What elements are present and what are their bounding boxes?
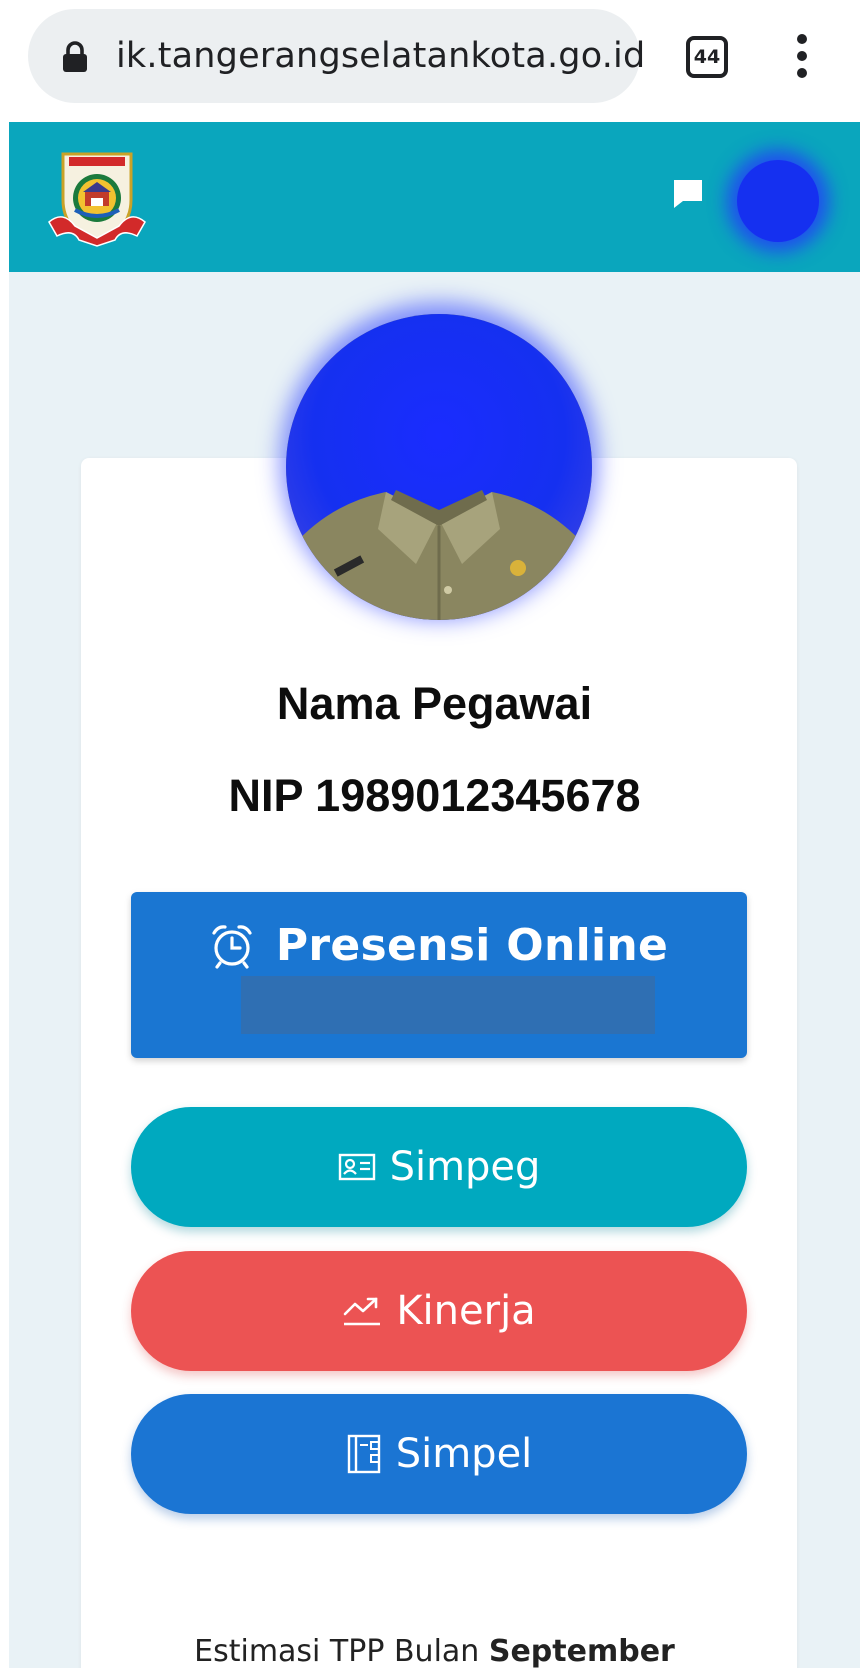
profile-photo	[286, 314, 592, 620]
kinerja-label: Kinerja	[396, 1288, 536, 1334]
simpel-button[interactable]: Simpel	[131, 1394, 747, 1514]
redacted-block	[241, 976, 655, 1034]
presensi-online-label: Presensi Online	[275, 920, 669, 971]
notebook-icon	[347, 1434, 380, 1474]
kinerja-button[interactable]: Kinerja	[131, 1251, 747, 1371]
employee-nip: NIP 1989012345678	[228, 770, 641, 821]
app-header	[9, 122, 860, 272]
address-bar[interactable]: ik.tangerangselatankota.go.id	[28, 9, 645, 103]
alarm-clock-icon	[212, 924, 252, 969]
city-logo-icon	[48, 152, 146, 247]
chat-bubble-icon	[674, 180, 702, 208]
presensi-online-button[interactable]: Presensi Online	[131, 892, 747, 1058]
user-avatar[interactable]	[737, 160, 819, 242]
simpel-label: Simpel	[395, 1431, 533, 1477]
id-card-icon	[338, 1153, 375, 1181]
url-text: ik.tangerangselatankota.go.id	[116, 36, 646, 76]
employee-name: Nama Pegawai	[276, 678, 593, 729]
tpp-estimate-text: Estimasi TPP Bulan September	[9, 1634, 860, 1668]
browser-toolbar: ik.tangerangselatankota.go.id 44	[0, 0, 860, 120]
simpeg-label: Simpeg	[389, 1144, 541, 1190]
tab-switcher-button[interactable]: 44	[686, 36, 728, 78]
tpp-month: September	[488, 1634, 675, 1668]
web-page: Nama Pegawai NIP 1989012345678 Presensi …	[9, 122, 860, 1668]
trending-up-icon	[344, 1297, 381, 1326]
more-options-icon[interactable]	[790, 34, 814, 78]
simpeg-button[interactable]: Simpeg	[131, 1107, 747, 1227]
lock-icon	[63, 41, 87, 72]
tpp-prefix: Estimasi TPP Bulan	[194, 1634, 489, 1668]
chat-button[interactable]	[669, 174, 707, 212]
